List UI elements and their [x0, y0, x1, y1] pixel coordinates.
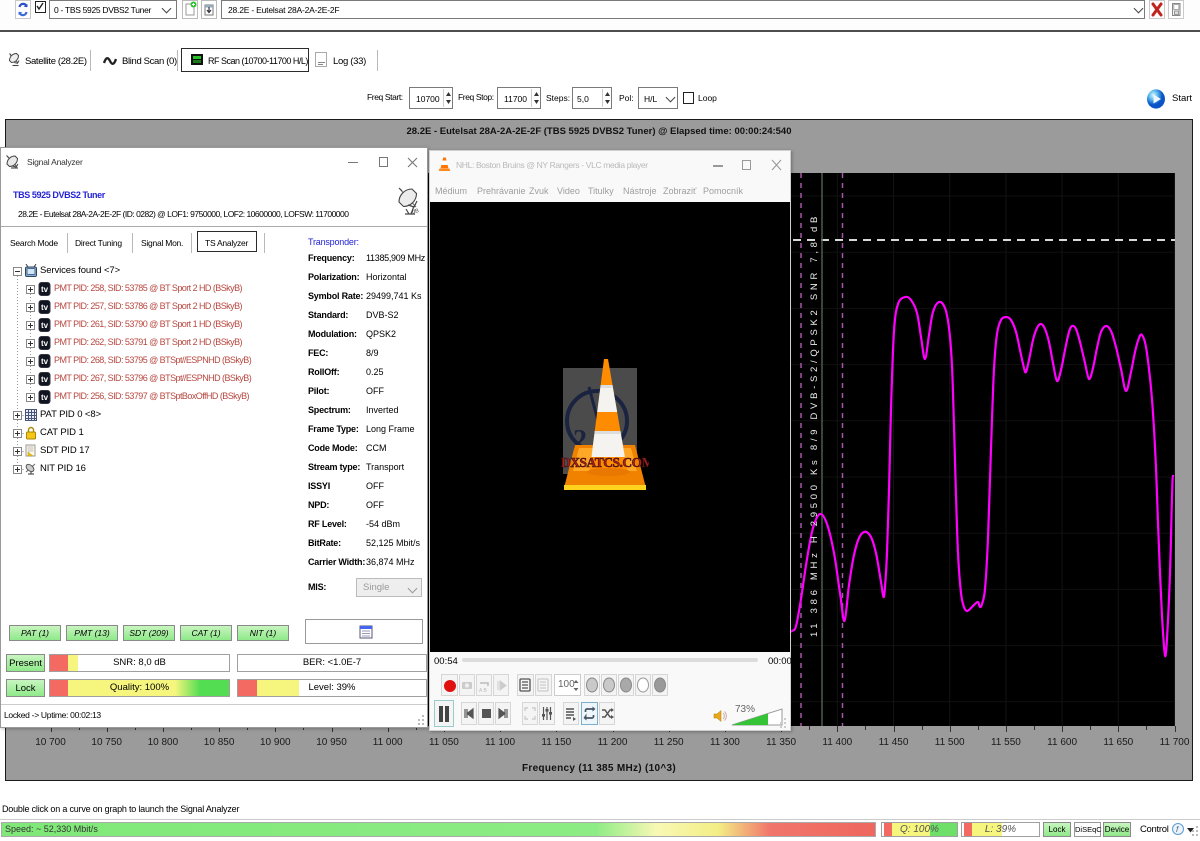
svg-text:tv: tv	[41, 321, 49, 330]
svg-text:tv: tv	[41, 357, 49, 366]
svg-text:tv: tv	[41, 393, 49, 402]
svg-text:DXSATCS.COM: DXSATCS.COM	[561, 455, 649, 470]
svg-text:tv: tv	[41, 375, 49, 384]
svg-text:dB: dB	[412, 208, 420, 216]
svg-text:tv: tv	[41, 339, 49, 348]
svg-text:A B: A B	[479, 688, 487, 694]
svg-text:11 386 MHz H 29500 Ks 8/9 DVB-: 11 386 MHz H 29500 Ks 8/9 DVB-S2/QPSK2 S…	[809, 213, 820, 637]
svg-text:tv: tv	[41, 303, 49, 312]
svg-text:tv: tv	[41, 285, 49, 294]
